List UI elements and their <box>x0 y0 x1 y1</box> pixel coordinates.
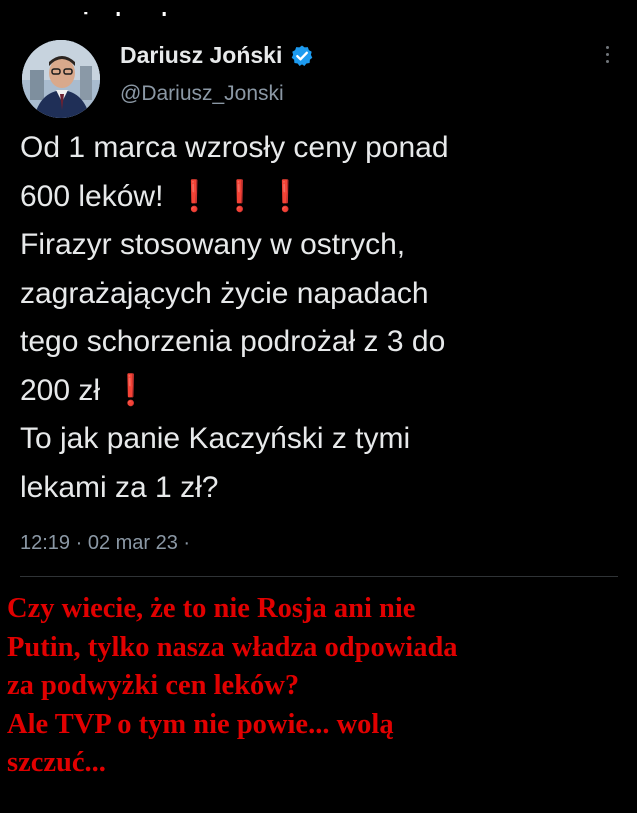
caption-line: za podwyżki cen leków? <box>7 670 300 701</box>
divider <box>20 576 618 577</box>
avatar[interactable] <box>22 40 100 118</box>
tweet-line: 200 zł ❗ <box>20 367 620 416</box>
caption-line: Czy wiecie, że to nie Rosja ani nie <box>7 593 416 624</box>
tweet-timestamp[interactable]: 12:19 · 02 mar 23 · <box>20 532 190 555</box>
tweet-card: Dariusz Joński @Dariusz_Jonski Od 1 marc… <box>0 16 637 577</box>
tweet-line: tego schorzenia podrożał z 3 do <box>20 325 446 358</box>
author-row: Dariusz Joński <box>120 42 314 69</box>
exclamation-emoji-icon: ❗ ❗ ❗ <box>175 179 305 213</box>
tweet-line: Firazyr stosowany w ostrych, <box>20 228 406 261</box>
tweet-line: zagrażających życie napadach <box>20 276 429 310</box>
author-handle[interactable]: @Dariusz_Jonski <box>120 82 284 106</box>
tweet-line-text: 200 zł <box>20 373 101 407</box>
caption-line: szczuć... <box>7 747 106 778</box>
verified-badge-icon <box>290 44 314 68</box>
caption-line: Putin, tylko nasza władza odpowiada <box>7 631 458 663</box>
tweet-line: lekami za 1 zł? <box>20 470 219 504</box>
caption-line: Ale TVP o tym nie powie... wolą <box>7 708 394 740</box>
meme-caption: Czy wiecie, że to nie Rosja ani nie Puti… <box>7 590 632 783</box>
tweet-line: To jak panie Kaczyński z tymi <box>20 422 411 455</box>
tweet-line: 600 leków! ❗ ❗ ❗ <box>20 173 620 222</box>
author-name[interactable]: Dariusz Joński <box>120 42 282 69</box>
exclamation-emoji-icon: ❗ <box>112 373 150 407</box>
tweet-line: Od 1 marca wzrosły ceny ponad <box>20 131 449 164</box>
tweet-line-text: 600 leków! <box>20 179 164 213</box>
avatar-image <box>22 40 100 118</box>
more-options-icon[interactable] <box>603 46 611 70</box>
tweet-text: Od 1 marca wzrosły ceny ponad 600 leków!… <box>20 124 620 512</box>
